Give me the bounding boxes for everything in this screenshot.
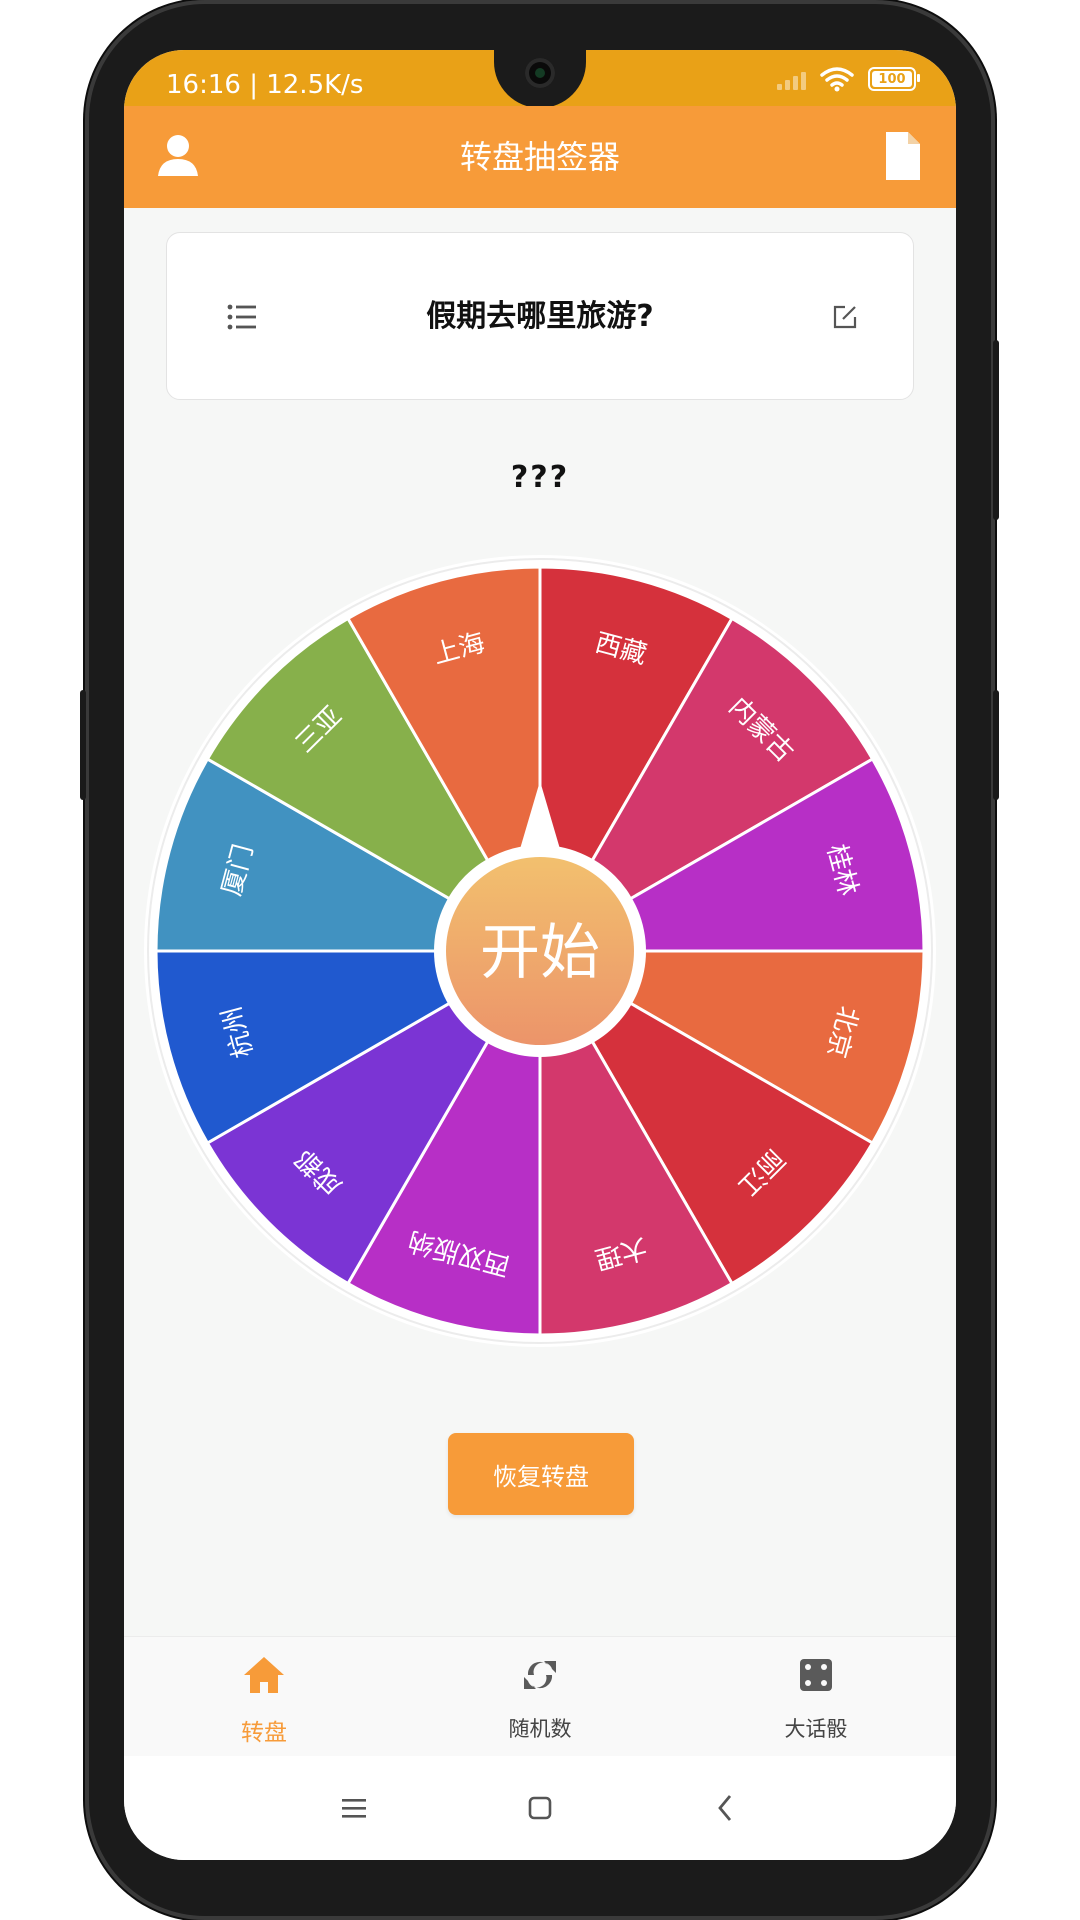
tab-random-number-label: 随机数 [508,1717,572,1741]
system-nav-bar [124,1756,956,1860]
screen: 16:16 | 12.5K/s 100 转盘抽签器 假期去哪里旅游? ??? 西… [124,50,956,1860]
app-bar: 转盘抽签器 [124,106,956,208]
tab-liar-dice[interactable]: 大话骰 [716,1637,916,1757]
dice-icon [800,1659,832,1691]
refresh-icon [524,1661,556,1689]
camera-icon [525,58,555,88]
wheel[interactable]: 西藏 内蒙古 桂林 北京 丽江 大理 西双版纳 成都 杭州 厦门 三亚 上海 开始 [144,555,936,1347]
start-button-label[interactable]: 开始 [480,918,600,988]
volume-button [80,690,86,800]
battery-level: 100 [878,71,906,87]
power-button [993,340,999,520]
document-icon[interactable] [874,128,930,184]
app-title: 转盘抽签器 [459,138,620,176]
battery-icon: 100 [868,67,920,91]
tab-wheel-label: 转盘 [241,1720,287,1746]
result-text: ??? [510,460,570,495]
status-time: 16:16 | 12.5K/s [166,70,364,100]
wheel-svg[interactable]: 西藏内蒙古桂林北京丽江大理西双版纳成都杭州厦门三亚上海 开始 [144,555,936,1347]
question-text: 假期去哪里旅游? [426,299,654,334]
tab-wheel[interactable]: 转盘 [164,1637,364,1757]
bottom-tab-bar: 转盘 随机数 大话骰 [124,1636,956,1757]
side-button [993,690,999,800]
question-card[interactable]: 假期去哪里旅游? [166,232,914,400]
status-bar: 16:16 | 12.5K/s 100 [124,50,956,108]
home-nav-icon[interactable] [520,1788,560,1828]
notch [494,50,586,108]
home-icon [244,1657,284,1693]
restore-wheel-button[interactable]: 恢复转盘 [448,1433,634,1515]
menu-icon[interactable] [334,1788,374,1828]
wifi-icon [820,67,854,92]
tab-liar-dice-label: 大话骰 [784,1717,848,1741]
edit-icon[interactable] [831,303,859,331]
back-icon[interactable] [706,1788,746,1828]
tab-random-number[interactable]: 随机数 [440,1637,640,1757]
signal-icon [777,68,806,90]
status-icons: 100 [777,66,920,92]
